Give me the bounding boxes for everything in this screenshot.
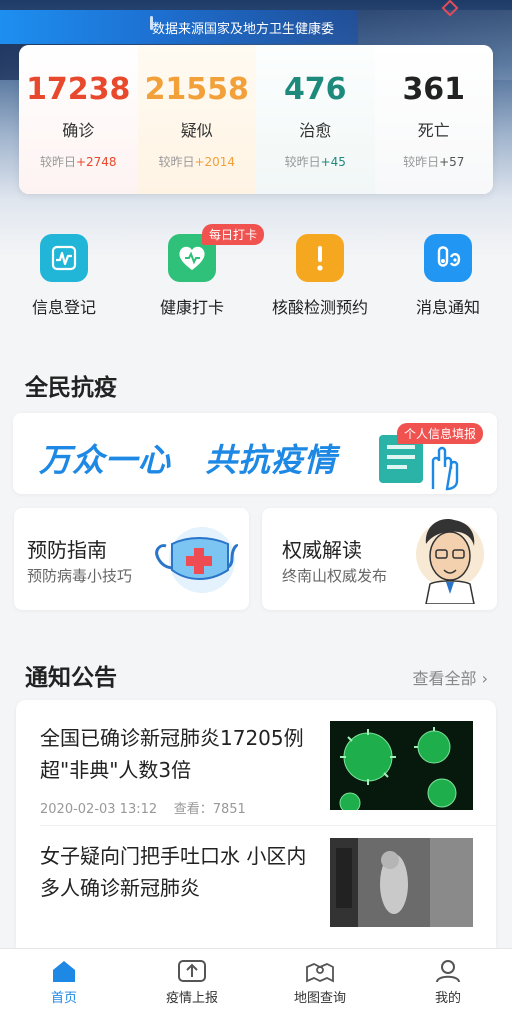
news-title: 全国已确诊新冠肺炎17205例 超"非典"人数3倍 xyxy=(40,726,304,782)
map-icon xyxy=(306,963,334,983)
notification-icon xyxy=(424,234,472,282)
action-label: 核酸检测预约 xyxy=(271,298,368,317)
home-icon xyxy=(53,961,75,982)
stat-delta: 较昨日+2014 xyxy=(158,155,236,169)
action-label: 信息登记 xyxy=(31,298,96,317)
stat-delta: 较昨日+2748 xyxy=(39,155,117,169)
stat-deaths: 361 死亡 较昨日+57 xyxy=(374,45,493,194)
pin-icon xyxy=(150,16,153,30)
banner-slogan-left: 万众一心 xyxy=(39,441,172,479)
action-nucleic-test[interactable]: 核酸检测预约 xyxy=(256,234,384,324)
stat-label: 疑似 xyxy=(180,121,213,140)
tab-map-query[interactable]: 地图查询 xyxy=(256,949,384,1015)
card-title: 权威解读 xyxy=(282,538,362,562)
mask-icon xyxy=(155,527,238,593)
stat-suspected: 21558 疑似 较昨日+2014 xyxy=(137,45,256,194)
view-all-link[interactable]: 查看全部 › xyxy=(413,665,489,689)
stat-value: 361 xyxy=(402,72,466,107)
tab-home[interactable]: 首页 xyxy=(0,949,128,1015)
data-source-text: 数据来源国家及地方卫生健康委 xyxy=(151,21,334,37)
stat-label: 死亡 xyxy=(417,121,450,140)
upload-icon xyxy=(178,960,206,982)
card-subtitle: 预防病毒小技巧 xyxy=(27,567,133,585)
stat-delta: 较昨日+57 xyxy=(403,155,465,169)
tab-label: 我的 xyxy=(434,991,461,1006)
exclamation-icon xyxy=(296,234,344,282)
action-info-register[interactable]: 信息登记 xyxy=(0,234,128,324)
virus-image xyxy=(330,721,473,810)
data-source-banner: 数据来源国家及地方卫生健康委 xyxy=(0,10,358,44)
stat-cured: 476 治愈 较昨日+45 xyxy=(256,45,375,194)
stat-delta: 较昨日+45 xyxy=(284,155,346,169)
stat-label: 治愈 xyxy=(299,121,332,140)
tab-label: 疫情上报 xyxy=(165,991,218,1006)
banner-slogan-right: 共抗疫情 xyxy=(205,441,338,479)
tab-epidemic-report[interactable]: 疫情上报 xyxy=(128,949,256,1015)
stats-card: 17238 确诊 较昨日+2748 21558 疑似 较昨日+2014 476 … xyxy=(19,45,493,194)
news-date: 2020-02-03 13:12 xyxy=(40,802,158,817)
quick-actions: 信息登记 每日打卡 健康打卡 核酸检测预约 消息通知 xyxy=(0,224,512,324)
card-prevention-guide[interactable]: 预防指南 预防病毒小技巧 xyxy=(14,508,249,610)
card-subtitle: 终南山权威发布 xyxy=(282,567,388,585)
doctor-avatar-icon xyxy=(416,519,484,604)
news-list: 全国已确诊新冠肺炎17205例 超"非典"人数3倍 2020-02-03 13:… xyxy=(16,700,496,960)
info-report-banner[interactable]: 万众一心 共抗疫情 个人信息填报 xyxy=(13,413,497,494)
stat-value: 17238 xyxy=(26,72,131,107)
chart-icon xyxy=(40,234,88,282)
user-icon xyxy=(436,960,460,983)
stat-value: 476 xyxy=(283,72,347,107)
news-meta: 2020-02-03 13:12 查看：7851 xyxy=(40,802,246,817)
stat-value: 21558 xyxy=(144,72,249,107)
daily-checkin-badge: 每日打卡 xyxy=(202,224,265,245)
tab-label: 地图查询 xyxy=(293,991,346,1006)
news-title: 女子疑向门把手吐口水 小区内多人确诊新冠肺炎 xyxy=(40,844,307,900)
news-views: 7851 xyxy=(212,802,246,817)
section-title-notice: 通知公告 xyxy=(25,665,117,691)
news-divider xyxy=(40,825,496,826)
action-notifications[interactable]: 消息通知 xyxy=(384,234,512,324)
tab-label: 首页 xyxy=(50,991,77,1006)
action-label: 健康打卡 xyxy=(159,298,224,317)
section-title-fight: 全民抗疫 xyxy=(25,375,117,401)
action-label: 消息通知 xyxy=(415,298,480,317)
stat-label: 确诊 xyxy=(62,121,95,140)
card-authority-reading[interactable]: 权威解读 终南山权威发布 xyxy=(262,508,497,610)
action-health-checkin[interactable]: 每日打卡 健康打卡 xyxy=(128,224,265,324)
corridor-image xyxy=(330,838,473,927)
stat-confirmed: 17238 确诊 较昨日+2748 xyxy=(19,45,138,194)
personal-info-tag: 个人信息填报 xyxy=(397,423,484,444)
bottom-tab-bar: 首页 疫情上报 地图查询 我的 xyxy=(0,948,512,1015)
tab-mine[interactable]: 我的 xyxy=(384,949,512,1015)
card-title: 预防指南 xyxy=(27,538,107,562)
